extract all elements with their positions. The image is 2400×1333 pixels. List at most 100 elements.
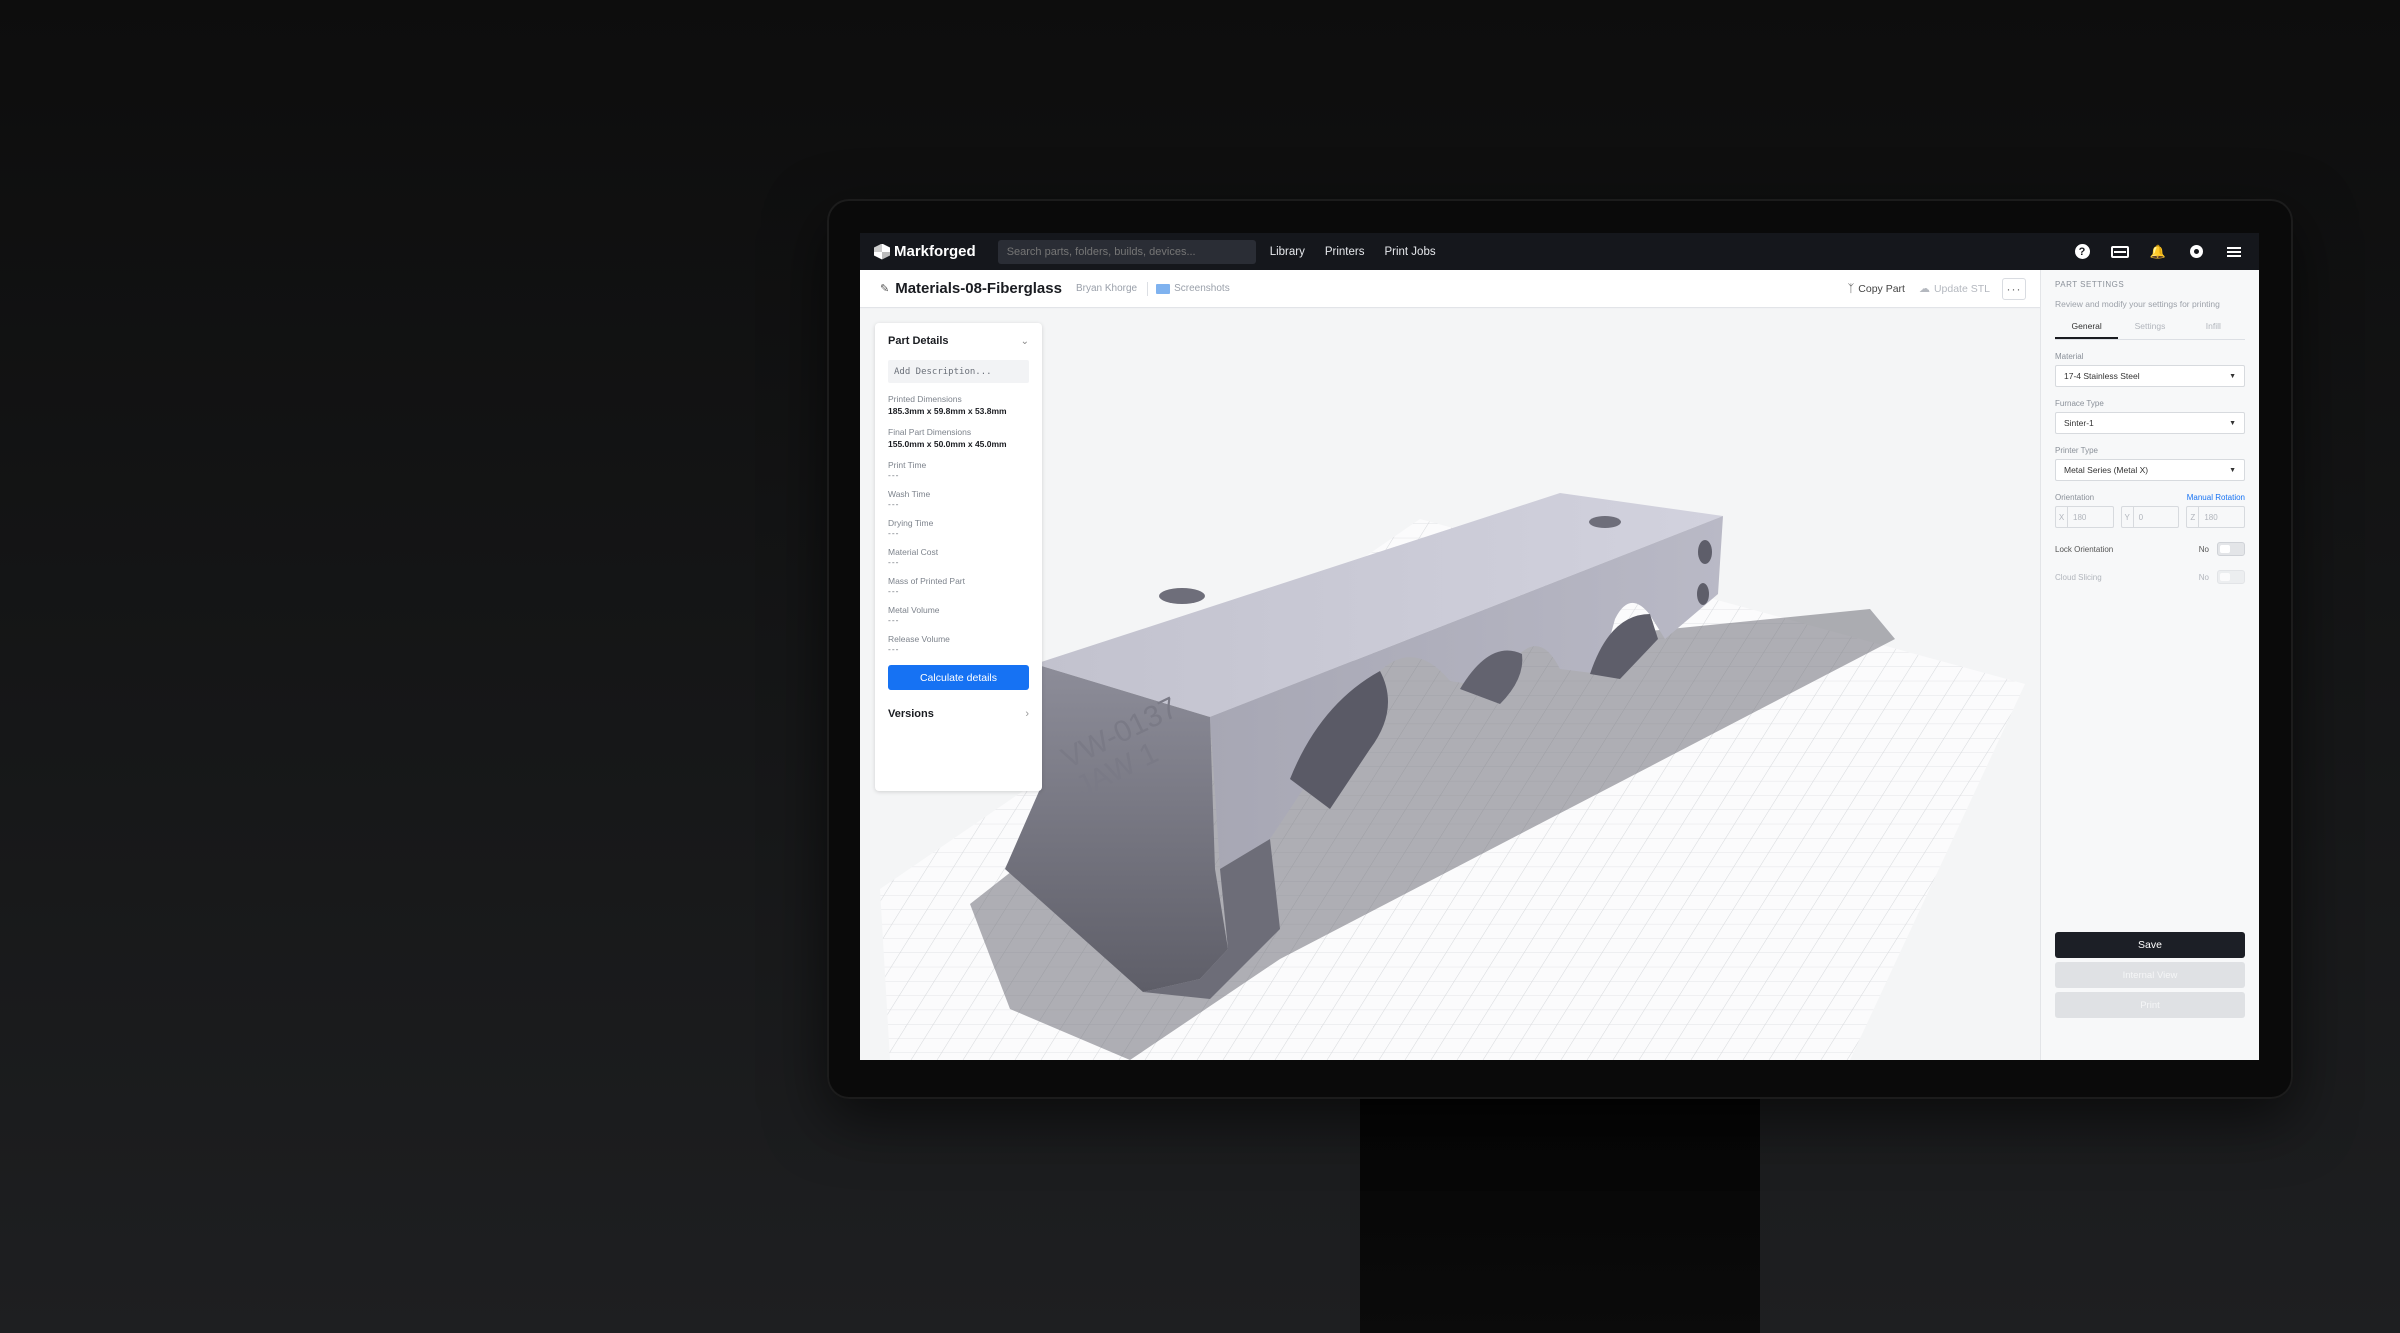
caret-down-icon: ▼: [2229, 372, 2236, 380]
part-title[interactable]: Materials-08-Fiberglass: [895, 280, 1062, 297]
hamburger-menu-icon: [2227, 246, 2241, 257]
field-material-cost: Material Cost ---: [888, 547, 1029, 566]
model-end-hole-1: [1698, 540, 1712, 564]
field-print-time: Print Time ---: [888, 460, 1029, 480]
field-value: ---: [888, 528, 900, 538]
cloud-slicing-value: No: [2198, 572, 2209, 582]
description-input[interactable]: Add Description...: [888, 360, 1029, 383]
field-label: Mass of Printed Part: [888, 576, 966, 586]
print-button[interactable]: Print: [2055, 992, 2245, 1018]
manual-rotation-link[interactable]: Manual Rotation: [2187, 493, 2245, 502]
axis-value: 180: [2073, 512, 2087, 522]
nav-link-print-jobs[interactable]: Print Jobs: [1384, 246, 1435, 258]
search-input[interactable]: [997, 239, 1256, 264]
printer-type-field: Printer Type Metal Series (Metal X) ▼: [2055, 446, 2245, 481]
field-label: Release Volume: [888, 634, 950, 644]
field-value: ---: [888, 615, 900, 625]
upload-icon: ☁: [1918, 283, 1930, 295]
settings-title: PART SETTINGS: [2055, 280, 2125, 289]
app-screen: Markforged Library Printers Print Jobs ?…: [860, 233, 2259, 1060]
header-actions: ᛉ Copy Part ☁ Update STL ···: [1834, 277, 2026, 300]
model-end-hole-2: [1697, 583, 1709, 605]
internal-view-button[interactable]: Internal View: [2055, 962, 2245, 988]
field-drying-time: Drying Time ---: [888, 518, 1029, 538]
orientation-y-input[interactable]: Y0: [2120, 506, 2180, 528]
update-stl-button[interactable]: ☁ Update STL: [1918, 282, 1990, 296]
part-details-header[interactable]: Part Details ⌄: [875, 323, 1042, 347]
caret-down-icon: ▼: [2229, 466, 2236, 474]
field-label: Drying Time: [888, 518, 934, 528]
furnace-label: Furnace Type: [2055, 399, 2245, 408]
printer-type-label: Printer Type: [2055, 446, 2245, 455]
part-header: ✎ Materials-08-Fiberglass Bryan Khorge S…: [860, 270, 2040, 308]
model-hole-2: [1589, 516, 1621, 528]
copy-part-button[interactable]: ᛉ Copy Part: [1848, 283, 1905, 295]
field-value: ---: [888, 499, 900, 509]
versions-label: Versions: [888, 708, 934, 720]
field-final-dimensions: Final Part Dimensions 155.0mm x 50.0mm x…: [888, 427, 1029, 449]
model-hole-1: [1159, 588, 1205, 604]
field-value: 185.3mm x 59.8mm x 53.8mm: [888, 406, 1007, 416]
divider: [1147, 281, 1149, 296]
field-printed-dimensions: Printed Dimensions 185.3mm x 59.8mm x 53…: [888, 394, 1029, 416]
field-label: Metal Volume: [888, 605, 940, 615]
orientation-label: Orientation Manual Rotation: [2055, 493, 2245, 502]
field-value: ---: [888, 644, 900, 654]
brand-logo[interactable]: Markforged: [874, 243, 976, 260]
folder-link[interactable]: Screenshots: [1174, 283, 1230, 294]
field-label: Printed Dimensions: [888, 394, 962, 404]
furnace-label-text: Furnace Type: [2055, 399, 2104, 408]
orientation-inputs: X 180 Y0 Z 180: [2055, 506, 2246, 528]
material-label-text: Material: [2055, 352, 2084, 361]
axis-value: 0: [2138, 512, 2144, 522]
printer-type-select[interactable]: Metal Series (Metal X) ▼: [2055, 459, 2245, 481]
monitor-frame: Markforged Library Printers Print Jobs ?…: [827, 199, 2293, 1099]
printer-button[interactable]: [2109, 241, 2131, 263]
nav-link-printers[interactable]: Printers: [1325, 246, 1365, 258]
update-stl-label: Update STL: [1933, 282, 1990, 295]
field-value: ---: [888, 470, 900, 480]
material-value: 17-4 Stainless Steel: [2064, 371, 2140, 381]
calculate-details-button[interactable]: Calculate details: [888, 665, 1029, 690]
lock-orientation-label: Lock Orientation: [2055, 544, 2114, 554]
printer-icon: [2111, 245, 2129, 258]
settings-button[interactable]: [2185, 241, 2207, 263]
nav-links: Library Printers Print Jobs: [1270, 246, 1456, 258]
menu-button[interactable]: [2223, 241, 2245, 263]
furnace-select[interactable]: Sinter-1 ▼: [2055, 412, 2245, 434]
help-button[interactable]: ?: [2071, 241, 2093, 263]
copy-part-label: Copy Part: [1858, 282, 1905, 295]
field-metal-volume: Metal Volume ---: [888, 605, 1029, 625]
part-details-title: Part Details: [888, 335, 949, 347]
furnace-value: Sinter-1: [2064, 418, 2094, 428]
material-label: Material: [2055, 352, 2245, 361]
edit-title-icon[interactable]: ✎: [880, 282, 889, 295]
versions-row[interactable]: Versions ›: [888, 708, 1029, 720]
axis-label: Z: [2187, 507, 2200, 527]
top-nav: Markforged Library Printers Print Jobs ?…: [860, 233, 2259, 270]
material-field: Material 17-4 Stainless Steel ▼: [2055, 352, 2245, 387]
part-details-card: Part Details ⌄ Add Description... Printe…: [875, 323, 1042, 791]
orientation-x-input[interactable]: X 180: [2055, 506, 2114, 528]
printer-type-value: Metal Series (Metal X): [2064, 465, 2149, 475]
orientation-field: Orientation Manual Rotation X 180 Y0 Z 180: [2055, 493, 2246, 528]
field-value: ---: [888, 586, 900, 596]
lock-orientation-toggle[interactable]: [2217, 542, 2245, 556]
tab-general[interactable]: General: [2055, 321, 2119, 339]
field-mass: Mass of Printed Part ---: [888, 576, 1029, 596]
tab-infill[interactable]: Infill: [2182, 321, 2245, 339]
cloud-slicing-row: Cloud Slicing No: [2055, 570, 2245, 584]
orientation-z-input[interactable]: Z 180: [2186, 506, 2246, 528]
chevron-down-icon[interactable]: ⌄: [1021, 336, 1029, 347]
axis-label: X: [2056, 507, 2068, 527]
nav-link-library[interactable]: Library: [1270, 246, 1305, 258]
tab-settings[interactable]: Settings: [2118, 321, 2181, 339]
notifications-button[interactable]: 🔔: [2147, 241, 2169, 263]
more-options-button[interactable]: ···: [2002, 277, 2026, 300]
help-icon: ?: [2074, 244, 2090, 259]
save-button[interactable]: Save: [2055, 932, 2245, 958]
settings-subtitle: Review and modify your settings for prin…: [2055, 299, 2220, 309]
cloud-slicing-toggle[interactable]: [2217, 570, 2245, 584]
material-select[interactable]: 17-4 Stainless Steel ▼: [2055, 365, 2245, 387]
markforged-logo-icon: [874, 243, 890, 260]
